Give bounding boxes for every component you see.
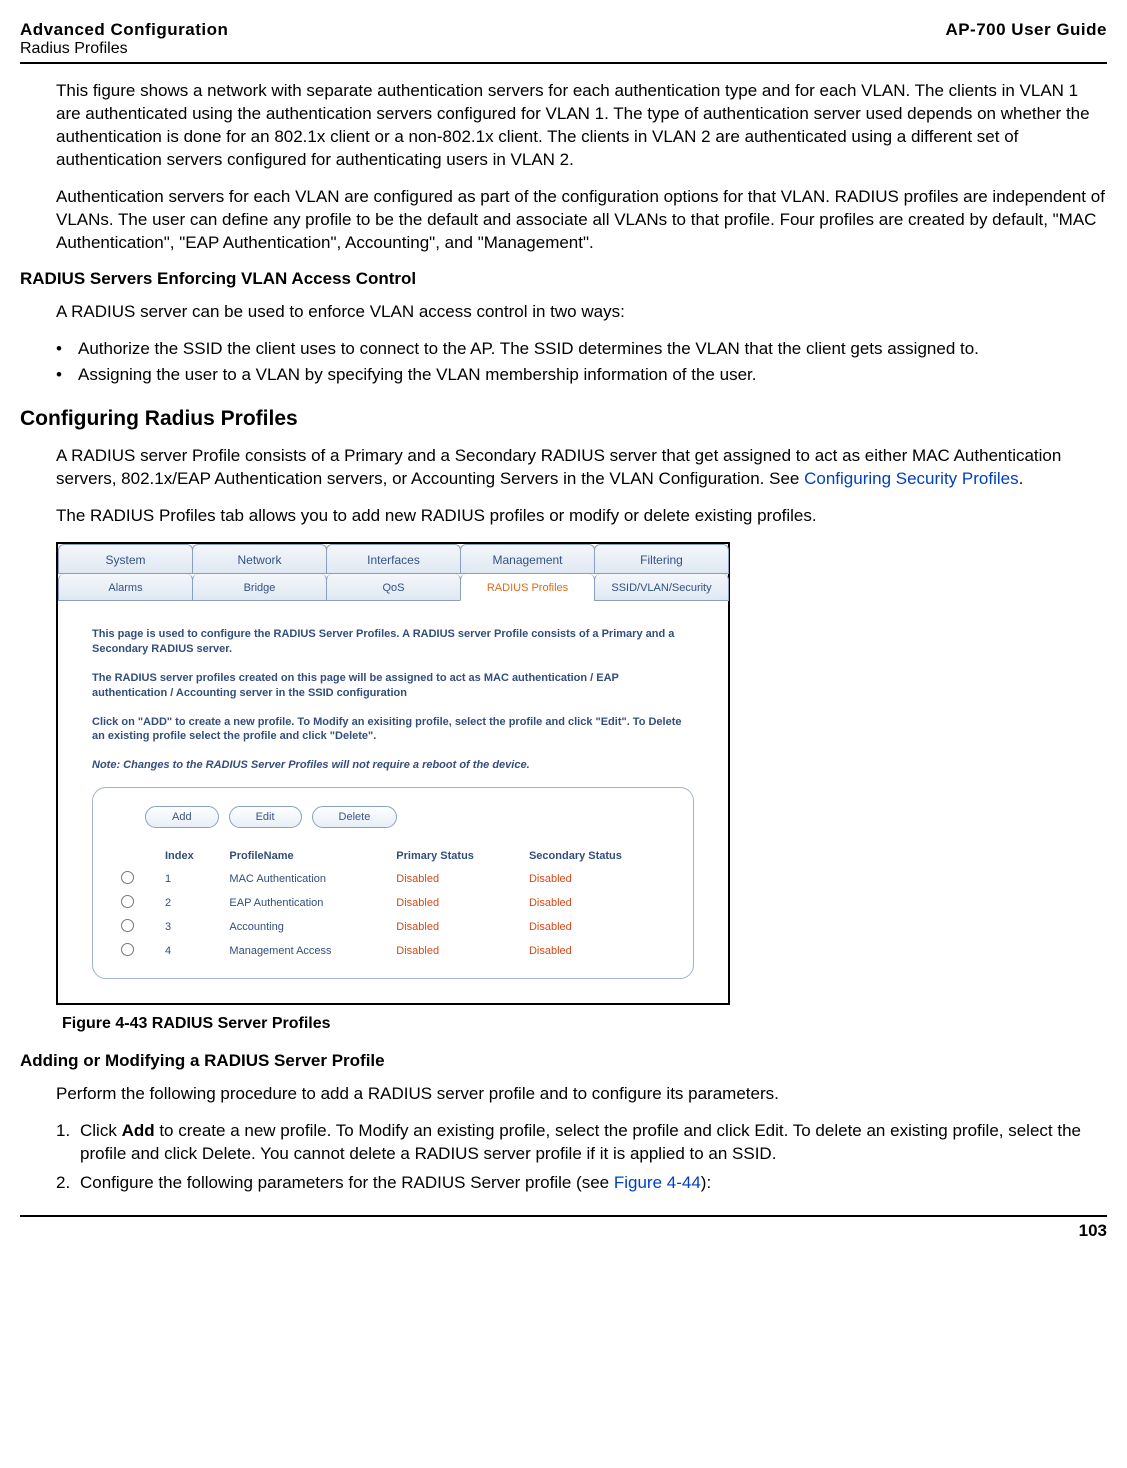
cell-name: Accounting (221, 916, 386, 938)
steps-list: 1. Click Add to create a new profile. To… (56, 1120, 1107, 1195)
profile-table: Index ProfileName Primary Status Seconda… (111, 844, 675, 964)
cell-name: MAC Authentication (221, 868, 386, 890)
step-text-post: to create a new profile. To Modify an ex… (80, 1121, 1081, 1163)
paragraph-4-text-b: . (1019, 469, 1024, 488)
paragraph-6: Perform the following procedure to add a… (56, 1083, 1107, 1106)
list-item: 2. Configure the following parameters fo… (56, 1172, 1107, 1195)
tab-network[interactable]: Network (192, 544, 327, 574)
tab-qos[interactable]: QoS (326, 574, 461, 601)
table-row: 1 MAC Authentication Disabled Disabled (113, 868, 673, 890)
page-footer: 103 (20, 1215, 1107, 1241)
table-header-row: Index ProfileName Primary Status Seconda… (113, 846, 673, 866)
page-header: Advanced Configuration Radius Profiles A… (20, 20, 1107, 64)
list-item: Assigning the user to a VLAN by specifyi… (56, 364, 1107, 387)
cell-index: 1 (157, 868, 219, 890)
cell-name: Management Access (221, 940, 386, 962)
figure-caption: Figure 4-43 RADIUS Server Profiles (62, 1015, 1107, 1033)
heading-add-modify: Adding or Modifying a RADIUS Server Prof… (20, 1051, 1107, 1071)
panel-info-2: The RADIUS server profiles created on th… (92, 671, 694, 701)
paragraph-2: Authentication servers for each VLAN are… (56, 186, 1107, 255)
paragraph-4: A RADIUS server Profile consists of a Pr… (56, 445, 1107, 491)
step-text-post: ): (701, 1173, 711, 1192)
col-primary: Primary Status (388, 846, 519, 866)
cell-primary: Disabled (388, 892, 519, 914)
list-item: Authorize the SSID the client uses to co… (56, 338, 1107, 361)
cell-secondary: Disabled (521, 892, 673, 914)
tab-bridge[interactable]: Bridge (192, 574, 327, 601)
tab-management[interactable]: Management (460, 544, 595, 574)
paragraph-3: A RADIUS server can be used to enforce V… (56, 301, 1107, 324)
profile-box: Add Edit Delete Index ProfileName Primar… (92, 787, 694, 979)
col-index: Index (157, 846, 219, 866)
col-name: ProfileName (221, 846, 386, 866)
tabs-top-row: System Network Interfaces Management Fil… (58, 544, 728, 574)
cell-name: EAP Authentication (221, 892, 386, 914)
table-row: 4 Management Access Disabled Disabled (113, 940, 673, 962)
panel-info-3: Click on "ADD" to create a new profile. … (92, 715, 694, 745)
list-item: 1. Click Add to create a new profile. To… (56, 1120, 1107, 1166)
figure-screenshot: System Network Interfaces Management Fil… (56, 542, 1107, 1005)
tab-interfaces[interactable]: Interfaces (326, 544, 461, 574)
panel-info-1: This page is used to configure the RADIU… (92, 627, 694, 657)
profile-radio[interactable] (121, 895, 134, 908)
cell-index: 2 (157, 892, 219, 914)
table-row: 2 EAP Authentication Disabled Disabled (113, 892, 673, 914)
tabs-bottom-row: Alarms Bridge QoS RADIUS Profiles SSID/V… (58, 574, 728, 601)
panel-info-4: Note: Changes to the RADIUS Server Profi… (92, 758, 694, 773)
step-text-pre: Configure the following parameters for t… (80, 1173, 614, 1192)
heading-radius-vlan: RADIUS Servers Enforcing VLAN Access Con… (20, 269, 1107, 289)
cell-index: 3 (157, 916, 219, 938)
col-secondary: Secondary Status (521, 846, 673, 866)
cell-index: 4 (157, 940, 219, 962)
heading-config-radius: Configuring Radius Profiles (20, 407, 1107, 431)
profile-radio[interactable] (121, 919, 134, 932)
page-number: 103 (1079, 1221, 1107, 1240)
cell-primary: Disabled (388, 868, 519, 890)
tab-radius-profiles[interactable]: RADIUS Profiles (460, 574, 595, 601)
cell-secondary: Disabled (521, 868, 673, 890)
cell-primary: Disabled (388, 916, 519, 938)
delete-button[interactable]: Delete (312, 806, 398, 828)
edit-button[interactable]: Edit (229, 806, 302, 828)
cell-secondary: Disabled (521, 940, 673, 962)
step-text-pre: Click (80, 1121, 122, 1140)
cell-primary: Disabled (388, 940, 519, 962)
bullet-list-a: Authorize the SSID the client uses to co… (56, 338, 1107, 388)
tab-system[interactable]: System (58, 544, 193, 574)
tab-ssid-vlan-security[interactable]: SSID/VLAN/Security (594, 574, 729, 601)
paragraph-1: This figure shows a network with separat… (56, 80, 1107, 172)
header-title: Advanced Configuration (20, 20, 228, 40)
tab-filtering[interactable]: Filtering (594, 544, 729, 574)
tab-alarms[interactable]: Alarms (58, 574, 193, 601)
add-button[interactable]: Add (145, 806, 219, 828)
header-guide: AP-700 User Guide (945, 20, 1107, 58)
header-subtitle: Radius Profiles (20, 40, 228, 58)
cell-secondary: Disabled (521, 916, 673, 938)
step-number: 1. (56, 1120, 70, 1143)
profile-radio[interactable] (121, 871, 134, 884)
step-bold: Add (122, 1121, 155, 1140)
table-row: 3 Accounting Disabled Disabled (113, 916, 673, 938)
step-number: 2. (56, 1172, 70, 1195)
link-config-security-profiles[interactable]: Configuring Security Profiles (804, 469, 1018, 488)
link-figure-4-44[interactable]: Figure 4-44 (614, 1173, 701, 1192)
profile-radio[interactable] (121, 943, 134, 956)
paragraph-5: The RADIUS Profiles tab allows you to ad… (56, 505, 1107, 528)
